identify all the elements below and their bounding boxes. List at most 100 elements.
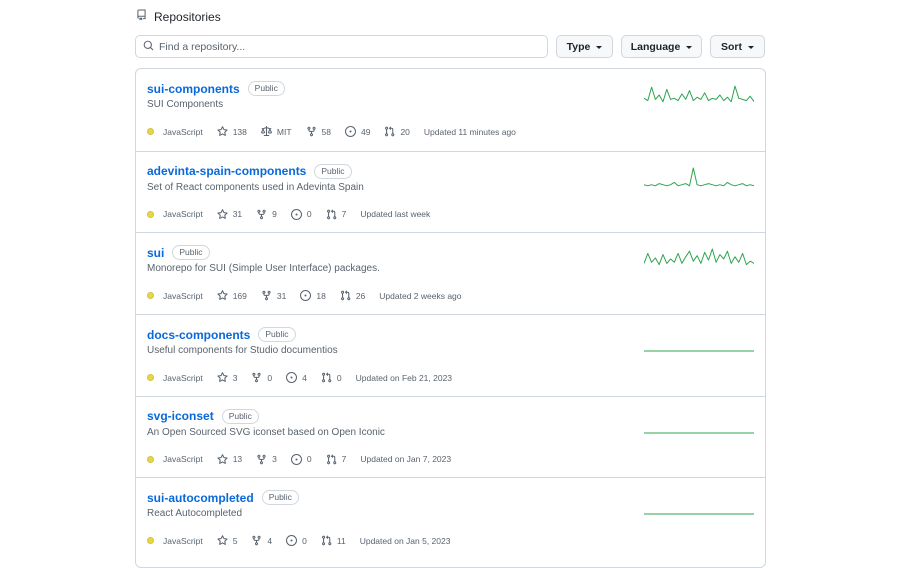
issues-link[interactable]: 0 xyxy=(286,535,307,547)
search-input[interactable] xyxy=(159,40,540,53)
law-icon xyxy=(260,126,272,136)
pull-request-icon xyxy=(340,290,351,301)
star-icon xyxy=(217,126,228,136)
issue-icon xyxy=(290,453,302,465)
star-icon xyxy=(217,535,228,546)
updated-time: Updated on Feb 21, 2023 xyxy=(355,372,453,383)
forks-count: 9 xyxy=(272,209,277,220)
star-icon xyxy=(217,372,228,382)
repo-description: An Open Sourced SVG iconset based on Ope… xyxy=(147,426,385,438)
updated-time: Updated last week xyxy=(360,209,431,220)
issues-link[interactable]: 0 xyxy=(290,208,312,220)
forks-link[interactable]: 58 xyxy=(306,126,331,137)
language-color-dot xyxy=(147,537,154,545)
fork-icon xyxy=(306,126,316,137)
fork-icon xyxy=(252,536,262,546)
sort-label: Sort xyxy=(721,40,742,53)
repo-meta: JavaScript 5 4 0 11 Updated on Jan 5, 20… xyxy=(147,535,450,547)
language-filter-button[interactable]: Language xyxy=(621,35,702,58)
repo-meta: JavaScript 138 MIT 58 49 20 Updated 11 m… xyxy=(147,126,516,137)
star-icon xyxy=(217,290,228,301)
pull-requests-count: 7 xyxy=(341,209,347,220)
forks-count: 0 xyxy=(267,372,273,383)
pull-requests-link[interactable]: 7 xyxy=(326,209,347,220)
issue-icon xyxy=(286,372,298,384)
pull-requests-count: 11 xyxy=(336,535,346,546)
activity-sparkline xyxy=(644,85,754,103)
pull-requests-count: 20 xyxy=(400,126,410,137)
forks-link[interactable]: 0 xyxy=(251,372,272,383)
repo-name-link[interactable]: sui xyxy=(147,246,164,260)
issues-count: 0 xyxy=(306,454,312,465)
repo-description: React Autocompleted xyxy=(147,508,243,520)
issues-count: 49 xyxy=(360,126,371,137)
pull-request-icon xyxy=(321,535,332,546)
repo-name-link[interactable]: svg-iconset xyxy=(147,409,214,423)
pull-requests-link[interactable]: 11 xyxy=(321,535,346,546)
issues-link[interactable]: 49 xyxy=(344,126,371,137)
updated-time: Updated 11 minutes ago xyxy=(423,126,516,137)
repo-name-link[interactable]: sui-components xyxy=(147,82,240,96)
stars-link[interactable]: 13 xyxy=(217,453,243,465)
stars-link[interactable]: 138 xyxy=(217,126,247,137)
forks-link[interactable]: 9 xyxy=(256,209,277,220)
forks-count: 31 xyxy=(276,290,287,301)
stars-link[interactable]: 31 xyxy=(217,208,243,220)
language-info: JavaScript xyxy=(147,454,203,464)
visibility-badge: Public xyxy=(258,327,296,343)
issues-link[interactable]: 4 xyxy=(286,372,307,384)
fork-icon xyxy=(252,372,262,383)
pull-requests-link[interactable]: 0 xyxy=(321,372,342,383)
stars-count: 13 xyxy=(232,454,243,465)
stars-count: 169 xyxy=(232,290,247,301)
stars-count: 31 xyxy=(232,209,243,220)
forks-link[interactable]: 4 xyxy=(251,535,272,546)
language-filter-label: Language xyxy=(630,40,681,53)
activity-sparkline xyxy=(644,248,754,266)
issues-link[interactable]: 18 xyxy=(300,290,326,302)
repo-name-link[interactable]: docs-components xyxy=(147,328,250,342)
pull-requests-link[interactable]: 7 xyxy=(326,454,347,465)
issue-icon xyxy=(300,290,312,302)
repo-name-link[interactable]: sui-autocompleted xyxy=(147,491,254,505)
stars-link[interactable]: 3 xyxy=(217,372,237,383)
pull-requests-count: 7 xyxy=(341,454,347,465)
language-label: JavaScript xyxy=(163,372,203,383)
activity-line xyxy=(644,167,754,186)
visibility-badge: Public xyxy=(314,163,352,179)
repo-icon xyxy=(136,9,147,24)
language-color-dot xyxy=(147,292,154,300)
language-label: JavaScript xyxy=(163,209,203,220)
visibility-badge: Public xyxy=(261,490,299,506)
pull-requests-link[interactable]: 20 xyxy=(384,126,410,137)
type-filter-button[interactable]: Type xyxy=(556,35,613,58)
repo-toolbar: Type Language Sort xyxy=(135,35,766,58)
issue-icon xyxy=(344,126,356,137)
repo-description: Monorepo for SUI (Simple User Interface)… xyxy=(147,263,380,275)
issues-link[interactable]: 0 xyxy=(290,453,312,465)
fork-icon xyxy=(257,209,266,220)
repo-row: adevinta-spain-components Public Set of … xyxy=(136,150,765,233)
language-info: JavaScript xyxy=(147,127,203,137)
repo-meta: JavaScript 13 3 0 7 Updated on Jan 7, 20… xyxy=(147,453,451,465)
search-box[interactable] xyxy=(135,35,548,58)
license-label: MIT xyxy=(276,126,292,137)
issue-icon xyxy=(286,535,298,547)
chevron-down-icon xyxy=(748,45,754,49)
language-color-dot xyxy=(147,128,154,135)
pull-requests-link[interactable]: 26 xyxy=(340,290,365,301)
fork-icon xyxy=(262,291,271,301)
issue-icon xyxy=(290,208,302,220)
forks-link[interactable]: 3 xyxy=(256,454,277,465)
stars-link[interactable]: 169 xyxy=(217,290,247,301)
repo-name-link[interactable]: adevinta-spain-components xyxy=(147,164,306,178)
page-title: Repositories xyxy=(154,9,221,24)
pull-request-icon xyxy=(326,209,336,220)
stars-link[interactable]: 5 xyxy=(217,535,237,546)
activity-sparkline xyxy=(644,167,754,186)
language-info: JavaScript xyxy=(147,209,203,219)
language-color-dot xyxy=(147,374,154,382)
sort-button[interactable]: Sort xyxy=(710,35,765,58)
forks-link[interactable]: 31 xyxy=(261,290,286,301)
repository-list: sui-components Public SUI Components Jav… xyxy=(135,68,766,568)
